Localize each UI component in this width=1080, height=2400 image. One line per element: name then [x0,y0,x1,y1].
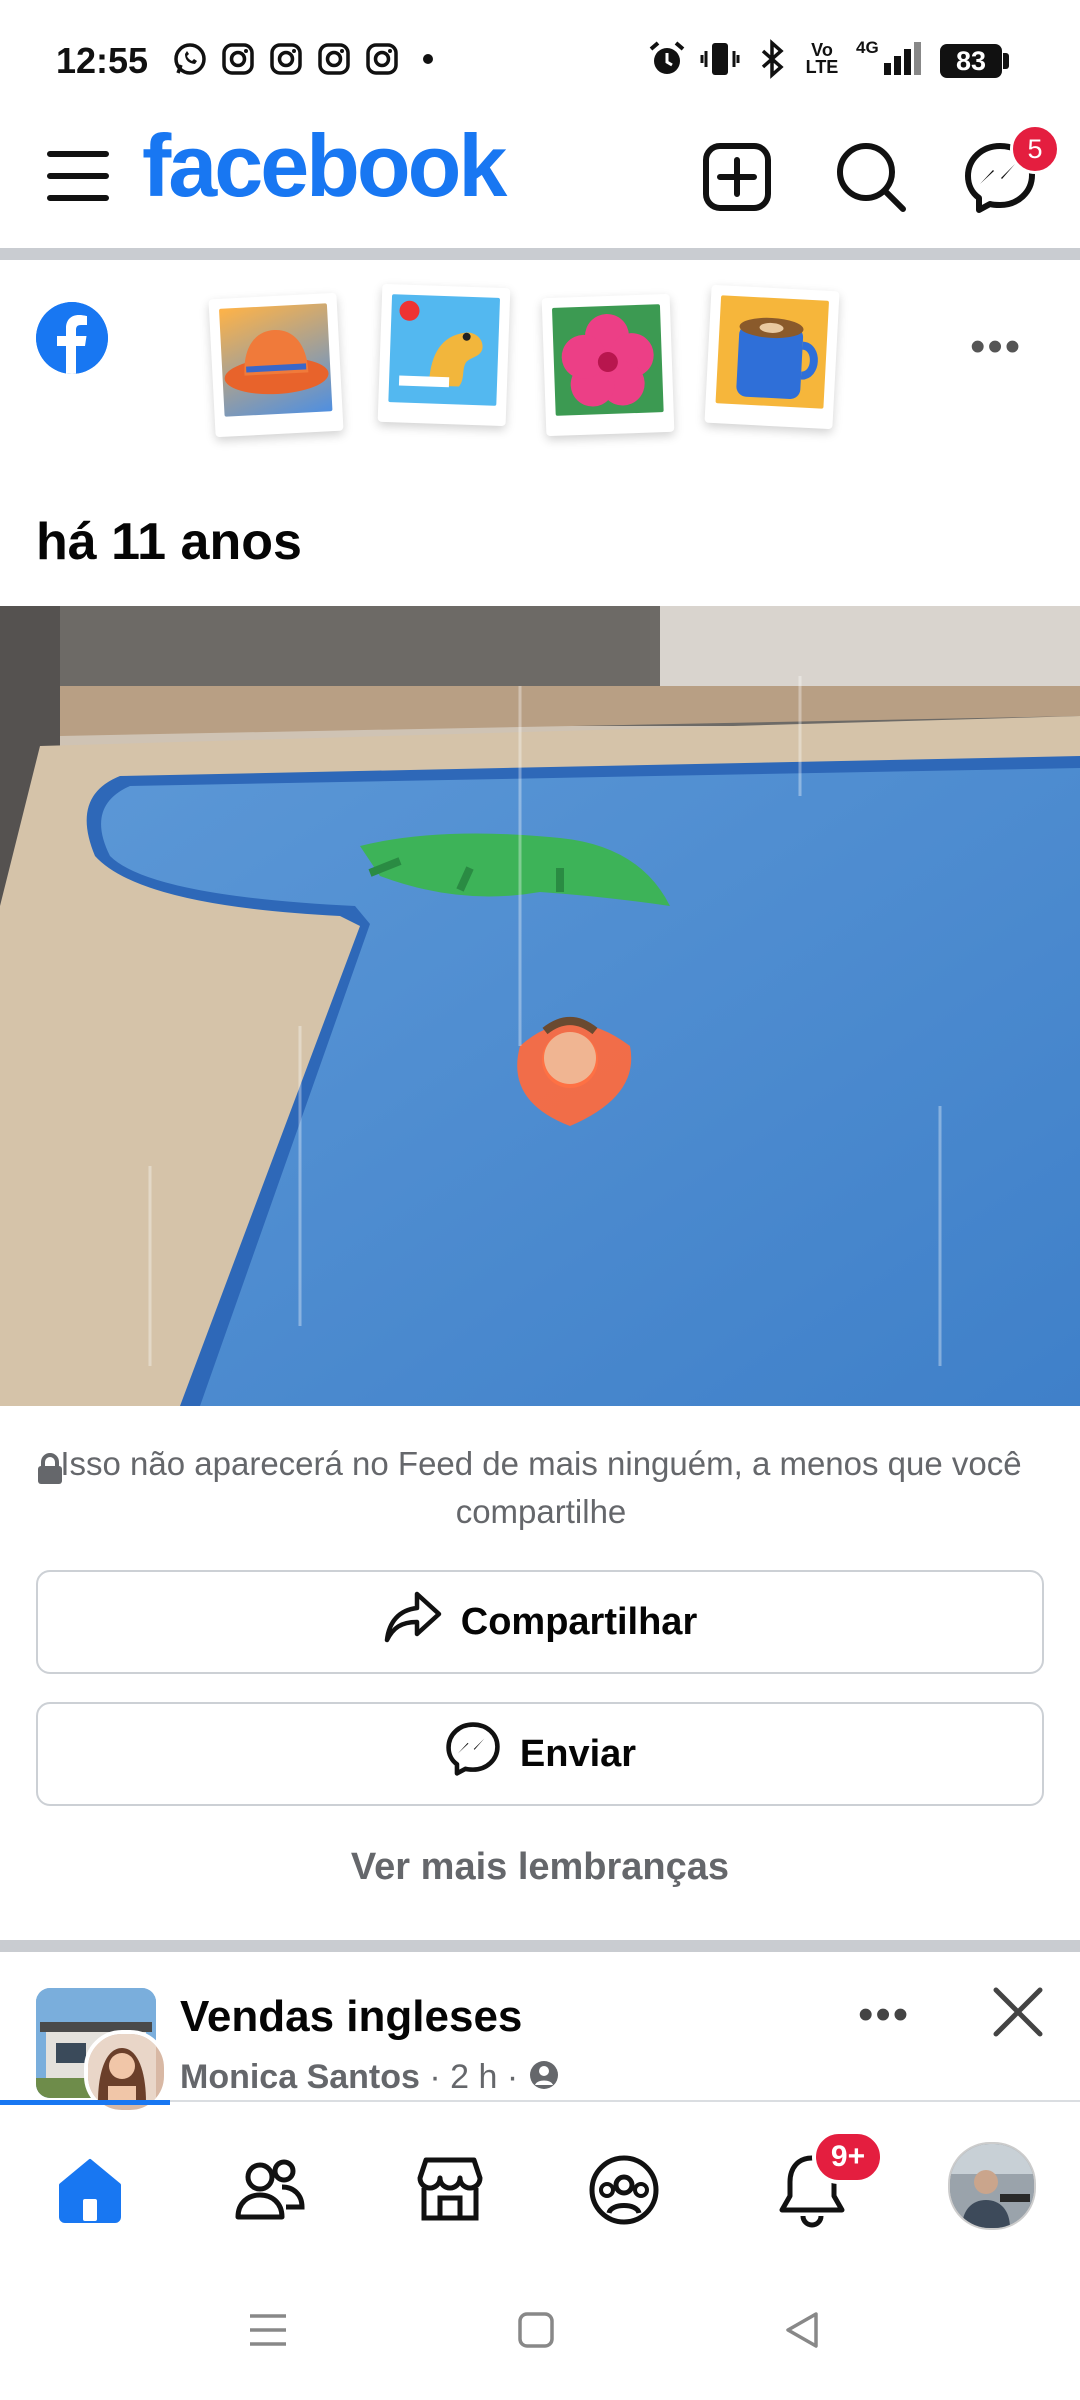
header-divider [0,248,1080,260]
recents-button[interactable] [248,2310,288,2355]
memory-sticker-coffee [704,284,840,430]
home-icon[interactable] [40,2140,140,2240]
post-more-icon[interactable]: ••• [858,1990,910,2040]
group-name[interactable]: Vendas ingleses [180,1992,522,2042]
friends-icon[interactable] [220,2140,320,2240]
bluetooth-icon [752,39,792,79]
battery-level: 83 [940,44,1002,78]
close-icon[interactable] [990,1984,1046,2045]
battery-tip [1003,53,1009,69]
meta-separator: · [506,2058,519,2096]
whatsapp-icon [170,42,210,76]
memory-sticker-hat [208,292,344,438]
share-button[interactable]: Compartilhar [36,1570,1044,1674]
notifications-badge: 9+ [812,2130,884,2184]
facebook-logo[interactable]: facebook [142,122,507,210]
search-button[interactable] [834,140,908,219]
create-post-button[interactable] [702,142,772,217]
meta-separator: · [429,2058,441,2096]
author-name[interactable]: Monica Santos [180,2058,420,2096]
more-options-icon[interactable]: ••• [970,322,1022,372]
instagram-icon [218,42,258,76]
profile-avatar[interactable] [948,2142,1036,2230]
post-meta: Monica Santos · 2 h · [180,2058,560,2100]
memory-sticker-flower [541,293,675,437]
home-system-button[interactable] [516,2310,556,2355]
privacy-notice: Isso não aparecerá no Feed de mais ningu… [36,1440,1046,1536]
data-type-label: 4G [856,38,879,57]
dot-icon [418,42,438,76]
more-memories-link[interactable]: Ver mais lembranças [0,1846,1080,1889]
share-icon [383,1590,443,1654]
privacy-text: Isso não aparecerá no Feed de mais ningu… [60,1445,1022,1530]
post-time: 2 h [450,2058,498,2096]
send-label: Enviar [519,1732,637,1775]
send-button[interactable]: Enviar [36,1702,1044,1806]
menu-icon[interactable] [46,144,110,213]
instagram-icon [362,42,402,76]
volte-label-bottom: LTE [805,57,839,77]
alarm-icon [646,41,688,76]
instagram-icon [314,42,354,76]
share-label: Compartilhar [460,1600,698,1643]
status-bar: 12:55 Vo LTE 4G 83 [0,0,1080,120]
messenger-badge: 5 [1010,124,1060,174]
facebook-f-icon [36,302,108,374]
back-button[interactable] [782,2310,822,2355]
audience-icon [528,2059,560,2100]
status-time: 12:55 [56,40,149,81]
active-tab-indicator [0,2100,170,2105]
groups-icon[interactable] [574,2140,674,2240]
memory-photo[interactable] [0,606,1080,1406]
memory-sticker-dog [377,283,511,427]
memory-title: há 11 anos [36,513,302,571]
marketplace-icon[interactable] [400,2140,500,2240]
messenger-icon [444,1720,502,1788]
vibrate-icon [700,42,740,76]
lock-icon [36,1450,64,1498]
section-divider [0,1940,1080,1952]
4g-signal-icon: 4G [854,38,926,76]
instagram-icon [266,42,306,76]
volte-icon: Vo LTE [800,41,844,77]
